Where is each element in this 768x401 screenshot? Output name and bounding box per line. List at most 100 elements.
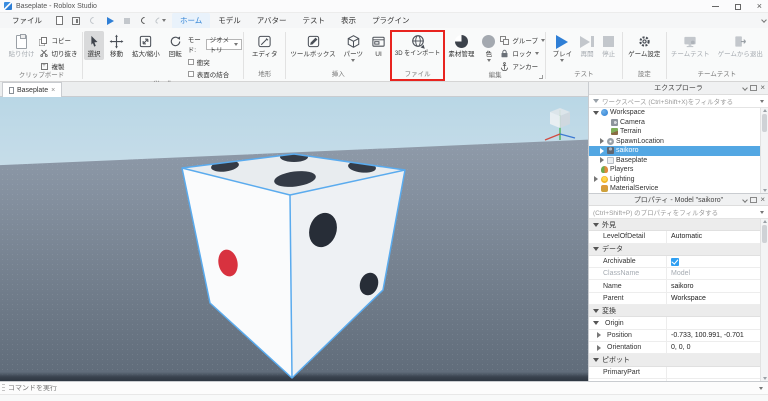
properties-dock-chevron-icon[interactable]	[742, 196, 749, 203]
scroll-up-icon[interactable]	[762, 109, 767, 112]
command-input[interactable]	[8, 384, 408, 392]
scale-tool-button[interactable]: 拡大/縮小	[129, 31, 163, 60]
tree-item-camera[interactable]: Camera	[589, 118, 768, 128]
tab-model[interactable]: モデル	[210, 13, 249, 28]
explorer-scrollbar[interactable]	[760, 108, 768, 193]
collisions-checkbox[interactable]	[187, 58, 194, 65]
property-value[interactable]	[667, 367, 768, 378]
tree-item-spawnlocation[interactable]: SpawnLocation	[589, 137, 768, 147]
file-menu[interactable]: ファイル	[6, 15, 48, 26]
property-row-parent[interactable]: Parent Workspace	[589, 292, 768, 306]
tab-plugins[interactable]: プラグイン	[364, 13, 418, 28]
properties-filter-input[interactable]: (Ctrl+Shift+P) のプロパティをフィルタする	[589, 206, 768, 219]
tree-item-lighting[interactable]: Lighting	[589, 175, 768, 185]
property-value[interactable]: Workspace	[667, 293, 768, 304]
color-dropdown-caret[interactable]	[486, 59, 491, 62]
expander-down-icon[interactable]	[593, 321, 599, 326]
property-value[interactable]: 0, 0, 0	[667, 342, 768, 353]
viewport-3d[interactable]	[0, 97, 588, 381]
open-icon[interactable]	[71, 16, 81, 26]
expander-down-icon[interactable]	[593, 110, 599, 115]
properties-scrollbar[interactable]	[760, 219, 768, 381]
expander-right-icon[interactable]	[597, 344, 601, 351]
property-row-primarypart[interactable]: PrimaryPart	[589, 366, 768, 379]
ui-button[interactable]: UI	[368, 31, 389, 60]
archivable-checkbox[interactable]	[671, 257, 679, 266]
dice-model[interactable]	[0, 97, 588, 381]
undo-icon[interactable]	[139, 15, 149, 26]
play-button[interactable]: プレイ	[550, 31, 576, 64]
property-row-orientation[interactable]: Orientation 0, 0, 0	[589, 341, 768, 355]
tree-item-players[interactable]: Players	[589, 165, 768, 175]
property-value[interactable]: Automatic	[667, 231, 768, 242]
tree-item-workspace[interactable]: Workspace	[589, 108, 768, 118]
select-tool-button[interactable]: 選択	[83, 31, 104, 60]
play-dropdown-caret[interactable]	[560, 59, 565, 62]
tab-test[interactable]: テスト	[294, 13, 333, 28]
tree-item-terrain[interactable]: Terrain	[589, 127, 768, 137]
paste-button[interactable]: 貼り付け	[6, 31, 38, 60]
material-manager-button[interactable]: 素材管理	[445, 31, 477, 60]
join-surfaces-checkbox-row[interactable]: 表面の結合	[187, 69, 242, 79]
section-appearance[interactable]: 外見	[589, 219, 768, 232]
property-row-name[interactable]: Name saikoro	[589, 280, 768, 293]
properties-filter-caret[interactable]	[760, 210, 764, 214]
move-tool-button[interactable]: 移動	[106, 31, 127, 60]
properties-header[interactable]: プロパティ - Model "saikoro" ×	[589, 193, 768, 206]
expander-right-icon[interactable]	[594, 176, 598, 183]
property-value[interactable]: -0.733, 100.991, -0.701	[667, 330, 768, 341]
properties-close-icon[interactable]: ×	[760, 195, 765, 204]
duplicate-button[interactable]: + 複製	[40, 61, 78, 71]
scroll-thumb[interactable]	[762, 225, 767, 243]
color-button[interactable]: 色	[479, 31, 498, 64]
collisions-checkbox-row[interactable]: 衝突	[187, 57, 242, 67]
expander-right-icon[interactable]	[600, 147, 604, 154]
join-surfaces-checkbox[interactable]	[187, 71, 194, 77]
explorer-close-icon[interactable]: ×	[760, 84, 765, 92]
anchor-button[interactable]: アンカー	[500, 61, 545, 71]
properties-float-icon[interactable]	[750, 196, 758, 203]
scroll-down-icon[interactable]	[762, 377, 767, 380]
scroll-down-icon[interactable]	[762, 189, 767, 192]
copy-button[interactable]: コピー	[40, 35, 78, 45]
command-bar[interactable]	[0, 381, 768, 394]
expander-right-icon[interactable]	[600, 157, 604, 164]
section-pivot[interactable]: ピボット	[589, 354, 768, 367]
sync-icon[interactable]	[88, 15, 98, 26]
property-row-position[interactable]: Position -0.733, 100.991, -0.701	[589, 329, 768, 342]
cut-button[interactable]: 切り抜き	[40, 48, 78, 58]
property-row-levelofdetail[interactable]: LevelOfDetail Automatic	[589, 231, 768, 244]
close-button[interactable]: ×	[757, 0, 762, 13]
baseplate-doc-tab[interactable]: Baseplate ×	[2, 82, 63, 97]
explorer-filter-input[interactable]: ワークスペース (Ctrl+Shift+X)をフィルタする	[589, 95, 768, 108]
scroll-up-icon[interactable]	[762, 220, 767, 223]
explorer-filter-caret[interactable]	[760, 99, 764, 103]
rotate-tool-button[interactable]: 回転	[165, 31, 186, 60]
property-value[interactable]: saikoro	[667, 280, 768, 291]
maximize-button[interactable]	[734, 3, 741, 10]
tab-avatar[interactable]: アバター	[249, 13, 295, 28]
import-3d-button[interactable]: 3D をインポート	[392, 31, 443, 60]
part-button[interactable]: パーツ	[341, 31, 366, 64]
play-icon[interactable]	[105, 16, 115, 26]
minimize-button[interactable]	[711, 6, 719, 7]
tab-close-icon[interactable]: ×	[51, 87, 55, 94]
expander-right-icon[interactable]	[600, 138, 604, 145]
view-selector-gizmo[interactable]	[537, 100, 583, 146]
terrain-editor-button[interactable]: エディタ	[249, 31, 281, 60]
new-file-icon[interactable]	[54, 16, 64, 26]
toolbox-button[interactable]: ツールボックス	[287, 31, 338, 60]
group-button[interactable]: グループ	[500, 35, 545, 45]
tree-item-saikoro[interactable]: saikoro	[589, 146, 768, 156]
property-row-archivable[interactable]: Archivable	[589, 255, 768, 269]
dice-face-right[interactable]	[290, 170, 405, 378]
dice-face-left[interactable]	[182, 168, 292, 378]
command-bar-grip[interactable]	[2, 383, 5, 393]
tree-item-baseplate[interactable]: Baseplate	[589, 156, 768, 166]
lock-button[interactable]: ロック	[500, 48, 545, 58]
mode-dropdown[interactable]: ジオメトリ	[205, 37, 243, 54]
explorer-float-icon[interactable]	[750, 85, 758, 91]
explorer-dock-chevron-icon[interactable]	[742, 85, 749, 91]
edit-dialog-launcher-icon[interactable]	[539, 75, 544, 79]
command-bar-caret[interactable]	[759, 387, 763, 390]
